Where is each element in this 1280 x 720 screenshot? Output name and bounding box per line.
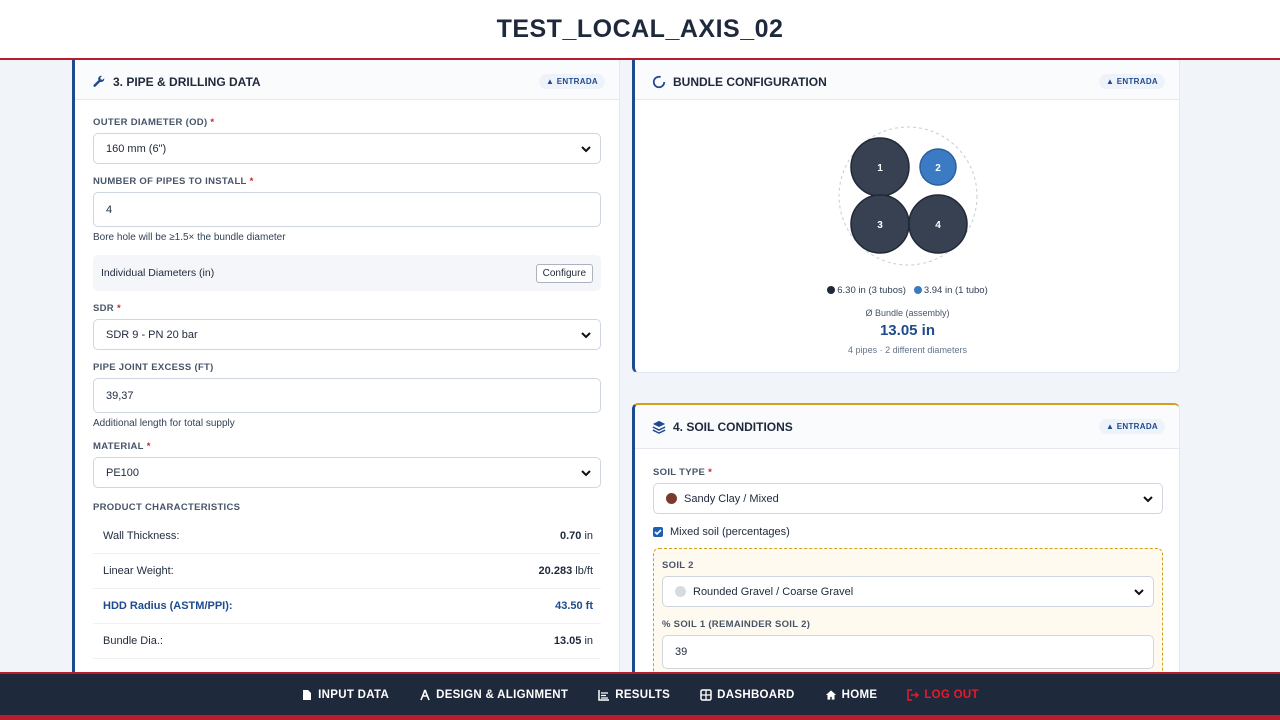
bundle-configuration-card: BUNDLE CONFIGURATION ▲ ENTRADA 1 2 3 4 6… <box>632 55 1180 373</box>
card-header: BUNDLE CONFIGURATION ▲ ENTRADA <box>635 56 1179 100</box>
joint-excess-label: PIPE JOINT EXCESS (FT) <box>93 362 214 373</box>
material-label: MATERIAL * <box>93 441 151 452</box>
sdr-label: SDR * <box>93 303 121 314</box>
chevron-down-icon <box>581 332 591 339</box>
home-icon <box>825 689 837 701</box>
bottom-nav: INPUT DATA DESIGN & ALIGNMENT RESULTS DA… <box>0 672 1280 720</box>
material-select[interactable]: PE100 <box>93 457 601 488</box>
pipe-label-2: 2 <box>935 163 941 174</box>
individual-diameters-label: Individual Diameters (in) <box>101 267 215 279</box>
nav-input-data[interactable]: INPUT DATA <box>301 689 389 701</box>
clay-icon <box>666 493 677 504</box>
nav-results[interactable]: RESULTS <box>598 689 670 701</box>
nav-log-out[interactable]: LOG OUT <box>907 689 979 701</box>
spinner-icon <box>651 74 667 90</box>
configure-button[interactable]: Configure <box>535 263 593 283</box>
char-row-wall-thickness: Wall Thickness: 0.70 in <box>93 519 601 554</box>
legend-blue-label: 3.94 in (1 tubo) <box>923 285 988 296</box>
nav-home[interactable]: HOME <box>825 689 878 701</box>
individual-diameters-row: Individual Diameters (in) Configure <box>93 255 601 291</box>
gravel-icon <box>675 586 686 597</box>
chevron-down-icon <box>581 470 591 477</box>
document-icon <box>301 689 313 701</box>
legend-dark-label: 6.30 in (3 tubos) <box>837 285 906 296</box>
bundle-legend: 6.30 in (3 tubos) 3.94 in (1 tubo) <box>635 285 1179 296</box>
page-title: TEST_LOCAL_AXIS_02 <box>496 14 784 43</box>
card-title: 4. SOIL CONDITIONS <box>673 419 793 434</box>
grid-icon <box>700 688 712 701</box>
char-row-hdd-radius: HDD Radius (ASTM/PPI): 43.50 ft <box>93 589 601 624</box>
compass-icon <box>419 689 431 701</box>
entrada-badge: ▲ ENTRADA <box>539 74 605 89</box>
card-title: 3. PIPE & DRILLING DATA <box>113 74 261 89</box>
soil-type-select[interactable]: Sandy Clay / Mixed <box>653 483 1163 514</box>
pipe-label-1: 1 <box>877 163 883 174</box>
pipe-drilling-card: 3. PIPE & DRILLING DATA ▲ ENTRADA OUTER … <box>72 55 620 695</box>
mixed-soil-checkbox[interactable] <box>653 527 663 537</box>
soil2-label: SOIL 2 <box>662 560 694 571</box>
chevron-down-icon <box>1143 496 1153 503</box>
entrada-badge: ▲ ENTRADA <box>1099 419 1165 434</box>
layers-icon <box>651 419 667 435</box>
soil-type-label: SOIL TYPE * <box>653 467 713 478</box>
num-pipes-label: NUMBER OF PIPES TO INSTALL * <box>93 176 254 187</box>
mixed-soil-box: SOIL 2 Rounded Gravel / Coarse Gravel % … <box>653 548 1163 680</box>
pipe-label-4: 4 <box>935 220 941 231</box>
char-row-bundle-dia: Bundle Dia.: 13.05 in <box>93 624 601 659</box>
joint-excess-help: Additional length for total supply <box>93 418 235 429</box>
pct-soil1-input[interactable]: 39 <box>662 635 1154 669</box>
bundle-value: 13.05 in <box>879 322 936 339</box>
mixed-soil-checkbox-row[interactable]: Mixed soil (percentages) <box>653 526 1163 538</box>
bundle-diagram: 1 2 3 4 <box>838 126 978 266</box>
num-pipes-input[interactable]: 4 <box>93 192 601 227</box>
pct-soil1-label: % SOIL 1 (REMAINDER SOIL 2) <box>662 619 811 630</box>
list-icon <box>598 689 610 701</box>
char-row-linear-weight: Linear Weight: 20.283 lb/ft <box>93 554 601 589</box>
od-label: OUTER DIAMETER (OD) * <box>93 117 215 128</box>
sdr-select[interactable]: SDR 9 - PN 20 bar <box>93 319 601 350</box>
nav-dashboard[interactable]: DASHBOARD <box>700 689 794 701</box>
num-pipes-help: Bore hole will be ≥1.5× the bundle diame… <box>93 232 286 243</box>
entrada-badge: ▲ ENTRADA <box>1099 74 1165 89</box>
pipe-label-3: 3 <box>877 220 883 231</box>
od-select[interactable]: 160 mm (6") <box>93 133 601 164</box>
soil2-select[interactable]: Rounded Gravel / Coarse Gravel <box>662 576 1154 607</box>
joint-excess-input[interactable]: 39,37 <box>93 378 601 413</box>
bundle-caption: Ø Bundle (assembly) <box>865 308 950 318</box>
legend-dot-blue <box>913 286 922 294</box>
soil-conditions-card: 4. SOIL CONDITIONS ▲ ENTRADA SOIL TYPE * … <box>632 403 1180 703</box>
chevron-down-icon <box>581 146 591 153</box>
product-characteristics-title: PRODUCT CHARACTERISTICS <box>93 502 241 513</box>
mixed-soil-label: Mixed soil (percentages) <box>670 526 790 538</box>
card-title: BUNDLE CONFIGURATION <box>673 74 827 89</box>
nav-design-alignment[interactable]: DESIGN & ALIGNMENT <box>419 689 568 701</box>
legend-dot-dark <box>827 286 836 294</box>
card-header: 3. PIPE & DRILLING DATA ▲ ENTRADA <box>75 56 619 100</box>
logout-icon <box>907 688 920 701</box>
card-header: 4. SOIL CONDITIONS ▲ ENTRADA <box>635 405 1179 449</box>
wrench-icon <box>91 74 107 90</box>
characteristics-list: Wall Thickness: 0.70 in Linear Weight: 2… <box>93 519 601 659</box>
bundle-subtext: 4 pipes · 2 different diameters <box>848 345 967 355</box>
top-bar: TEST_LOCAL_AXIS_02 <box>0 0 1280 60</box>
chevron-down-icon <box>1134 589 1144 596</box>
